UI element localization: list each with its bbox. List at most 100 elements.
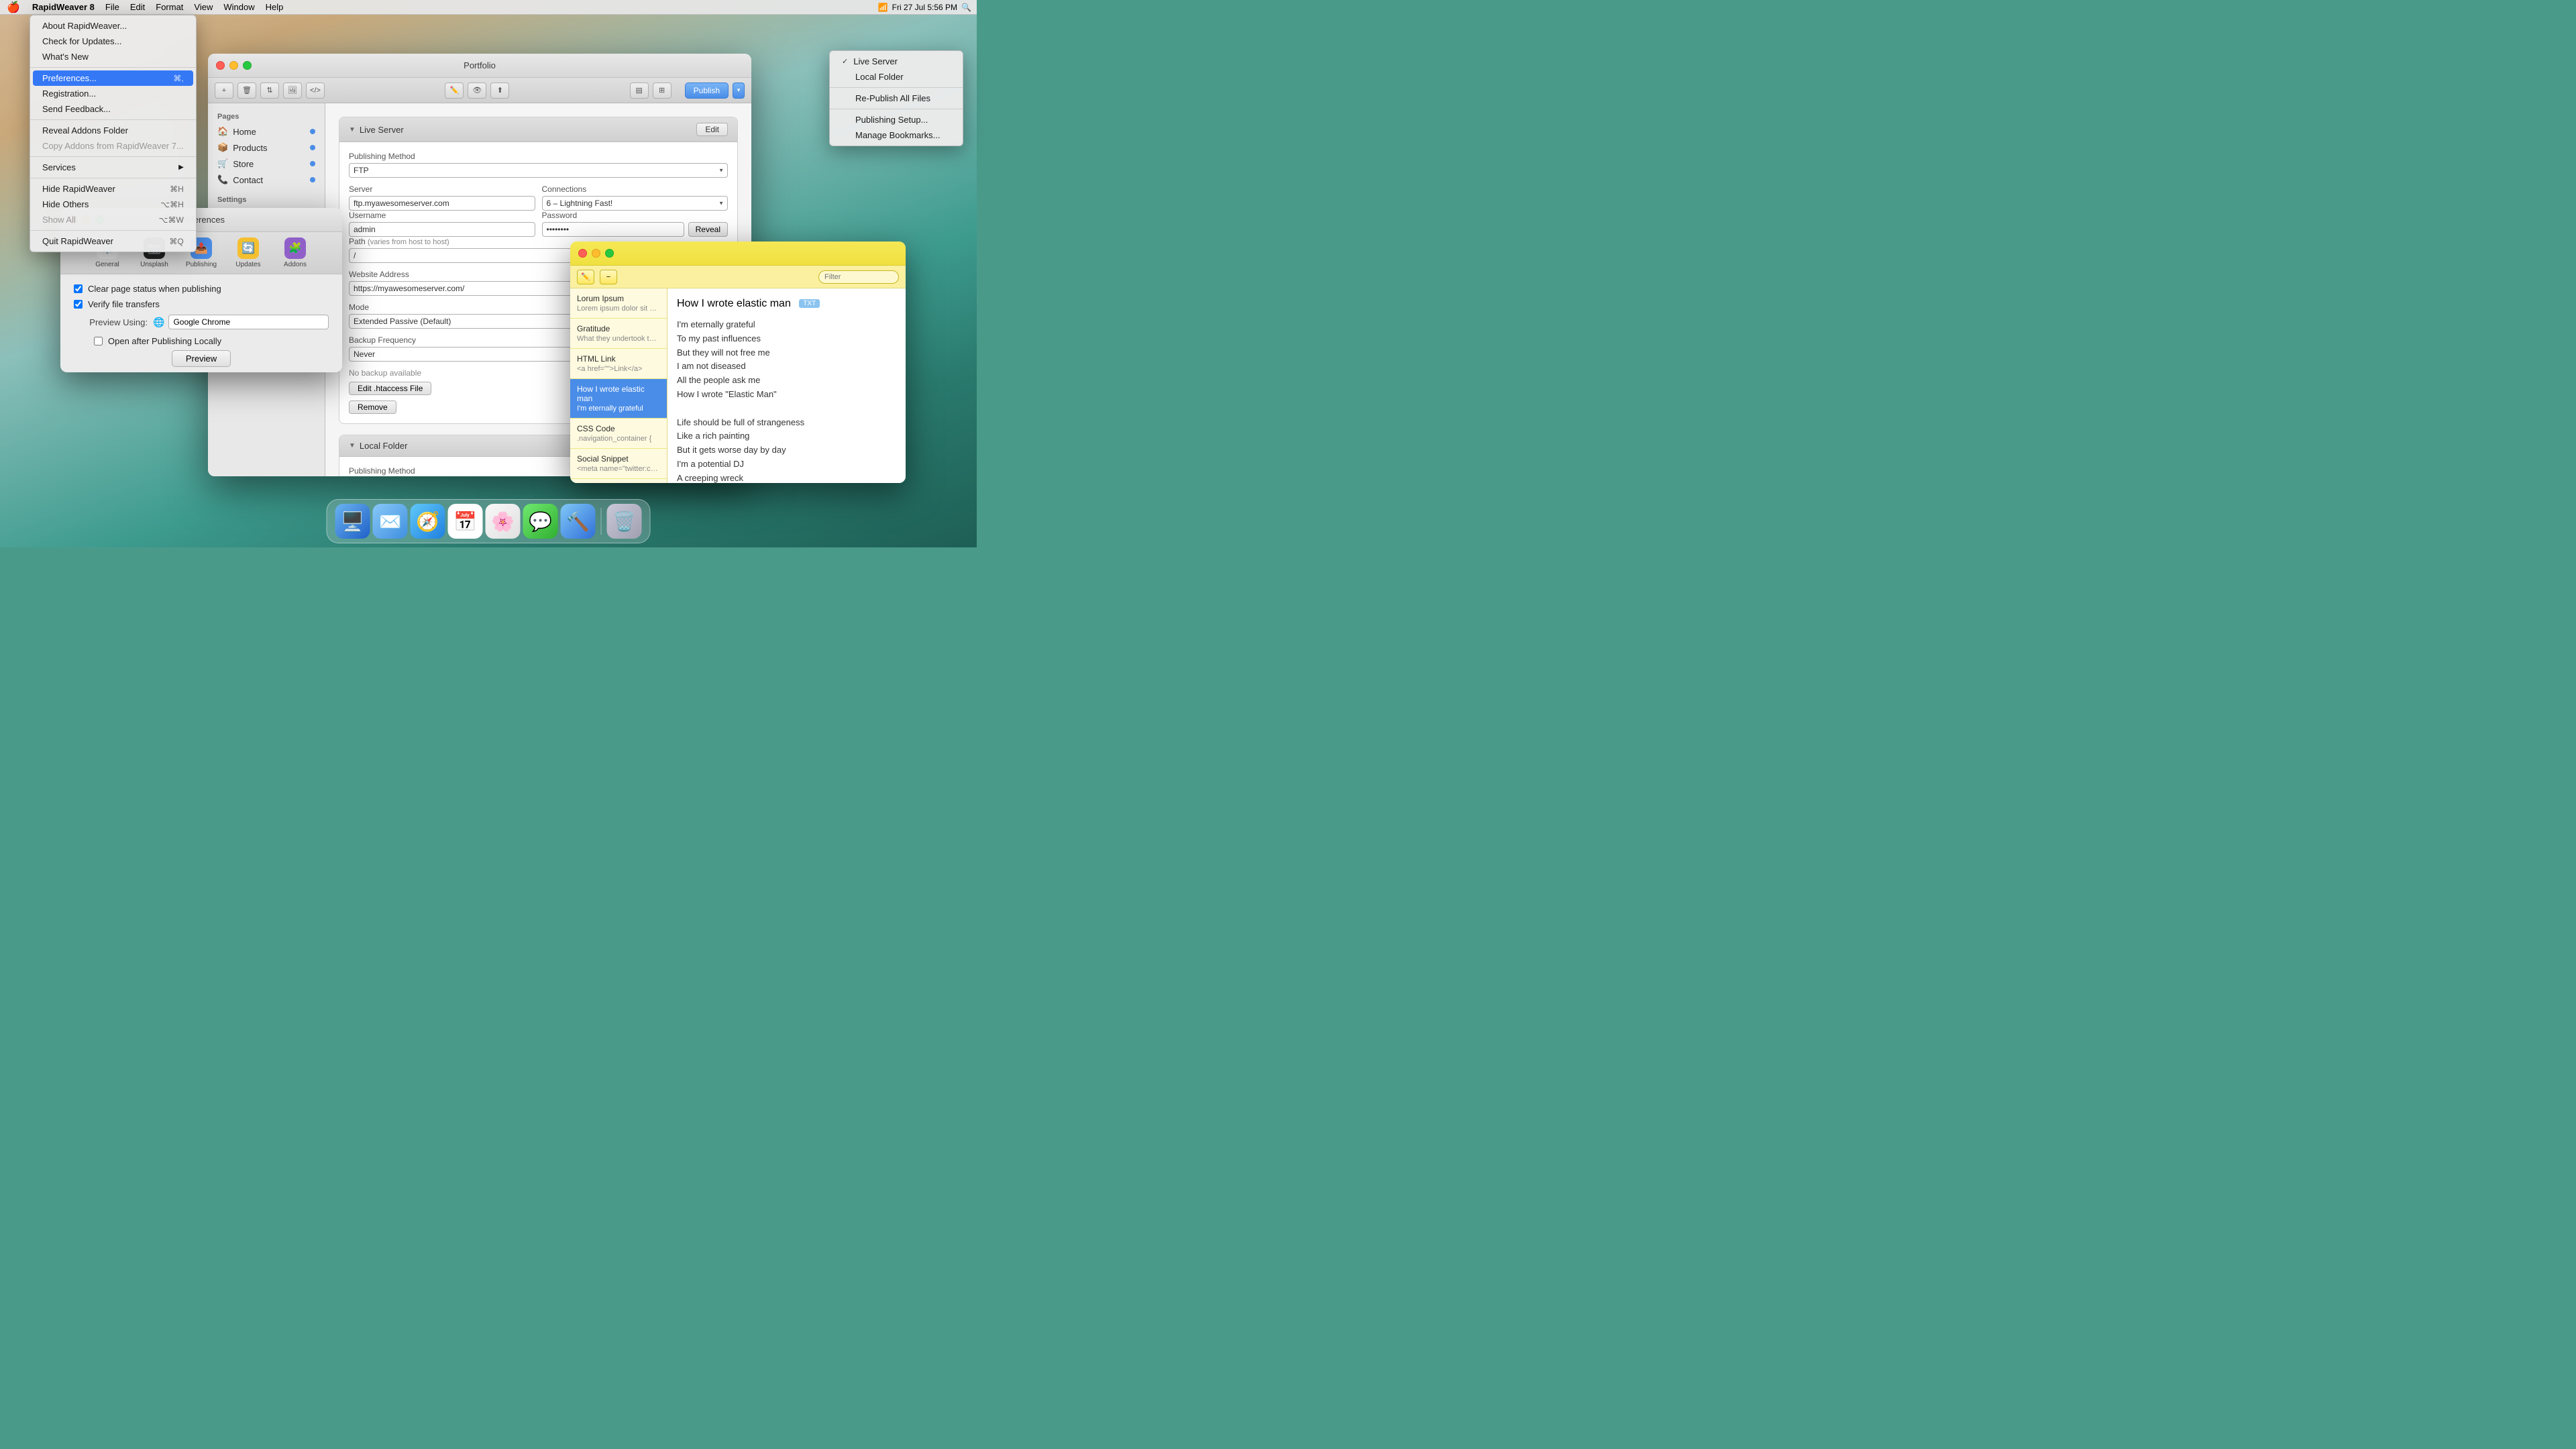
pub-menu-live-server[interactable]: ✓ Live Server [830,54,963,69]
app-menu-rapidweaver[interactable]: RapidWeaver 8 [27,0,100,14]
publishing-method-input[interactable] [349,163,728,178]
connections-input[interactable] [542,196,729,211]
menu-view[interactable]: View [189,0,218,14]
reveal-button[interactable]: Reveal [688,222,728,237]
menu-edit[interactable]: Edit [125,0,150,14]
menu-services[interactable]: Services ▶ [30,160,196,175]
notes-toolbar: ✏️ − [570,266,906,288]
pub-menu-bookmarks[interactable]: Manage Bookmarks... [830,127,963,143]
pub-menu-local-folder[interactable]: Local Folder [830,69,963,85]
publish-dropdown-btn[interactable]: ▾ [733,83,745,99]
prefs-publishing-label: Publishing [186,261,217,268]
server-label: Server [349,184,535,194]
toolbar-code-btn[interactable]: </> [306,83,325,99]
toolbar-single-col-btn[interactable]: ▤ [630,83,649,99]
notes-list: Lorum Ipsum Lorem ipsum dolor sit amet, … [570,288,667,483]
notes-close-button[interactable] [578,249,587,258]
sidebar-item-home[interactable]: 🏠 Home [208,123,325,140]
css-code-title: CSS Code [577,424,660,433]
dock-messages[interactable]: 💬 [523,504,558,539]
connections-col: Connections [542,184,729,211]
prefs-updates-icon: 🔄 [237,237,259,259]
notes-item-gratitude[interactable]: Gratitude What they undertook to do [570,319,667,349]
menu-about[interactable]: About RapidWeaver... [30,18,196,34]
notes-new-btn[interactable]: ✏️ [577,270,594,284]
dock-photos[interactable]: 🌸 [486,504,521,539]
menu-window[interactable]: Window [218,0,260,14]
pub-menu-setup[interactable]: Publishing Setup... [830,112,963,127]
prefs-tool-updates[interactable]: 🔄 Updates [231,237,265,268]
dock-rapidweaver[interactable]: 🔨 [561,504,596,539]
menu-help[interactable]: Help [260,0,289,14]
live-server-collapse-icon[interactable]: ▼ [349,126,356,133]
menu-file[interactable]: File [100,0,125,14]
htaccess-button[interactable]: Edit .htaccess File [349,382,431,395]
notes-item-html-link[interactable]: HTML Link <a href="">Link</a> [570,349,667,379]
notes-item-elastic-man[interactable]: How I wrote elastic man I'm eternally gr… [570,379,667,419]
password-label: Password [542,211,729,220]
live-server-edit-button[interactable]: Edit [696,123,728,136]
notes-item-social-snippet[interactable]: Social Snippet <meta name="twitter:card"… [570,449,667,479]
sidebar-item-contact[interactable]: 📞 Contact [208,172,325,188]
publish-button[interactable]: Publish [685,83,729,99]
pages-section-title: Pages [208,110,325,123]
username-input[interactable] [349,222,535,237]
menu-format[interactable]: Format [150,0,189,14]
verify-transfers-checkbox[interactable] [74,300,83,309]
dock-safari[interactable]: 🧭 [411,504,445,539]
local-folder-collapse-icon[interactable]: ▼ [349,442,356,449]
toolbar-eye-btn[interactable]: 👁 [468,83,486,99]
menu-send-feedback[interactable]: Send Feedback... [30,101,196,117]
notes-item-lorum[interactable]: Lorum Ipsum Lorem ipsum dolor sit amet, … [570,288,667,319]
toolbar-media-btn[interactable]: 🖼 [283,83,302,99]
prefs-tool-addons[interactable]: 🧩 Addons [278,237,312,268]
menu-quit[interactable]: Quit RapidWeaver ⌘Q [30,233,196,249]
menubar-search-icon[interactable]: 🔍 [961,3,971,12]
toolbar-add-btn[interactable]: + [215,83,233,99]
dock-mail[interactable]: ✉️ [373,504,408,539]
toolbar-reorder-btn[interactable]: ⇅ [260,83,279,99]
notes-minimize-button[interactable] [592,249,600,258]
minimize-button[interactable] [229,61,238,70]
toolbar-delete-btn[interactable]: 🗑 [237,83,256,99]
preview-browser-select[interactable]: Google Chrome [168,315,329,329]
sidebar-item-store[interactable]: 🛒 Store [208,156,325,172]
remove-button[interactable]: Remove [349,400,396,414]
server-input[interactable] [349,196,535,211]
notes-item-css-code[interactable]: CSS Code .navigation_container { [570,419,667,449]
menu-reveal-addons[interactable]: Reveal Addons Folder [30,123,196,138]
notes-maximize-button[interactable] [605,249,614,258]
menu-check-updates[interactable]: Check for Updates... [30,34,196,49]
menu-hide-others[interactable]: Hide Others ⌥⌘H [30,197,196,212]
pub-menu-setup-label: Publishing Setup... [855,115,928,125]
pub-menu-republish[interactable]: Re-Publish All Files [830,91,963,106]
sidebar-item-products[interactable]: 📦 Products [208,140,325,156]
open-after-row: Open after Publishing Locally [94,336,329,346]
menu-whats-new[interactable]: What's New [30,49,196,64]
maximize-button[interactable] [243,61,252,70]
home-dot [310,129,315,134]
password-input[interactable] [542,222,684,237]
portfolio-toolbar: + 🗑 ⇅ 🖼 </> ✏️ 👁 ⬆ ▤ ⊞ Publish ▾ [208,78,751,103]
menu-registration[interactable]: Registration... [30,86,196,101]
menu-preferences[interactable]: Preferences... ⌘, [33,70,193,86]
dock-finder[interactable]: 🖥️ [335,504,370,539]
menu-hide-rapidweaver[interactable]: Hide RapidWeaver ⌘H [30,181,196,197]
toolbar-dual-col-btn[interactable]: ⊞ [653,83,672,99]
clear-page-status-checkbox[interactable] [74,284,83,293]
toolbar-pen-btn[interactable]: ✏️ [445,83,464,99]
notes-delete-btn[interactable]: − [600,270,617,284]
apple-menu[interactable]: 🍎 [0,0,27,14]
server-col: Server [349,184,535,211]
open-after-checkbox[interactable] [94,337,103,345]
dock-trash[interactable]: 🗑️ [607,504,642,539]
quit-shortcut: ⌘Q [169,237,183,246]
close-button[interactable] [216,61,225,70]
dock-calendar[interactable]: 📅 [448,504,483,539]
menu-divider-5 [30,230,196,231]
home-label: Home [233,127,256,137]
toolbar-share-btn[interactable]: ⬆ [490,83,509,99]
notes-filter-input[interactable] [818,270,899,284]
preview-button[interactable]: Preview [172,350,231,367]
services-arrow-icon: ▶ [178,164,184,171]
